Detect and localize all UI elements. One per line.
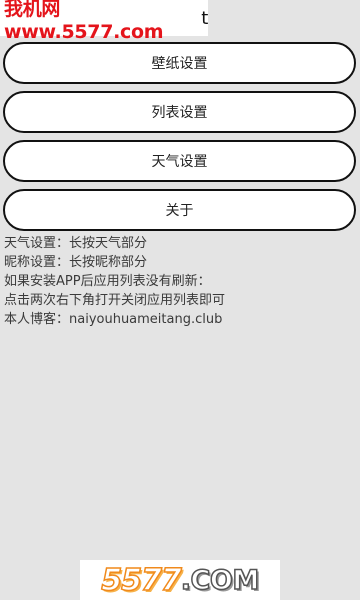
- nickname-hint-line: 昵称设置：长按昵称部分: [4, 255, 148, 270]
- weather-hint-line: 天气设置：长按天气部分: [4, 236, 148, 251]
- watermark-tail-text: t: [201, 7, 208, 29]
- weather-settings-button[interactable]: 天气设置: [3, 140, 356, 182]
- list-settings-label: 列表设置: [151, 105, 208, 121]
- watermark-logo-suffix: .COM: [180, 564, 260, 597]
- watermark-logo-number: 5577: [101, 562, 183, 599]
- instructions-text-block: 天气设置：长按天气部分 昵称设置：长按昵称部分 如果安装APP后应用列表没有刷新…: [4, 234, 356, 329]
- wallpaper-settings-button[interactable]: 壁纸设置: [3, 42, 356, 84]
- refresh-action-line: 点击两次右下角打开关闭应用列表即可: [4, 293, 226, 308]
- watermark-text: 我机网 www.5577.com: [4, 0, 164, 43]
- watermark-logo-bottom: 5577 .COM: [80, 560, 280, 600]
- list-settings-button[interactable]: 列表设置: [3, 91, 356, 133]
- watermark-banner-top: 我机网 www.5577.com t: [0, 0, 208, 43]
- blog-line: 本人博客：naiyouhuameitang.club: [4, 312, 223, 327]
- about-label: 关于: [165, 203, 194, 219]
- about-button[interactable]: 关于: [3, 189, 356, 231]
- refresh-hint-line: 如果安装APP后应用列表没有刷新：: [4, 274, 211, 289]
- wallpaper-settings-label: 壁纸设置: [151, 56, 208, 72]
- weather-settings-label: 天气设置: [151, 154, 208, 170]
